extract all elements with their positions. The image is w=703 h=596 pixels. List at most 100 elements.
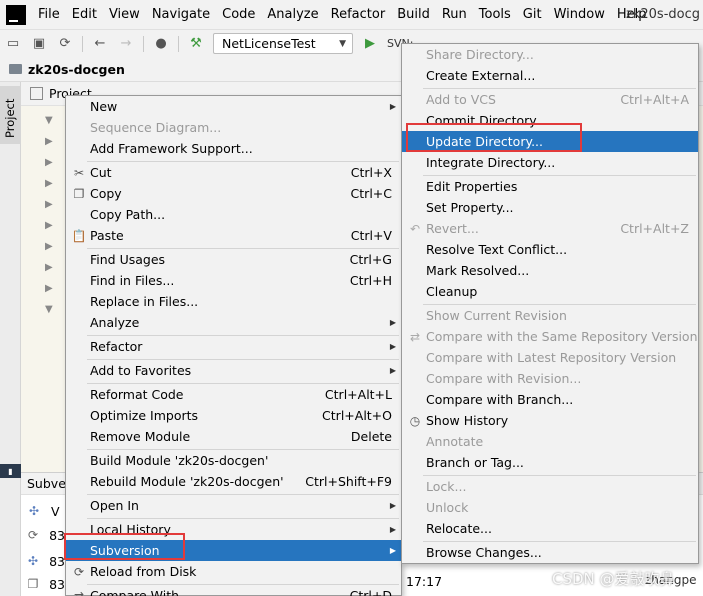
- submenu-item-browse-changes[interactable]: Browse Changes...: [402, 542, 698, 563]
- tree-expand-arrow-icon[interactable]: ▶: [45, 178, 57, 199]
- tree-expand-arrow-icon[interactable]: ▶: [45, 220, 57, 241]
- submenu-item-mark-resolved[interactable]: Mark Resolved...: [402, 260, 698, 281]
- tree-expand-arrow-icon[interactable]: ▶: [45, 199, 57, 220]
- tree-expand-arrow-icon[interactable]: ▶: [45, 283, 57, 304]
- tree-expand-arrow-icon[interactable]: ▼: [45, 304, 57, 325]
- list-item[interactable]: ⟳ 83: [21, 523, 65, 547]
- menu-tools[interactable]: Tools: [473, 0, 517, 30]
- menu-item-rebuild-module[interactable]: Rebuild Module 'zk20s-docgen' Ctrl+Shift…: [66, 471, 401, 492]
- list-item[interactable]: ✣ 83: [21, 549, 65, 573]
- build-hammer-icon[interactable]: ⚒: [188, 36, 204, 52]
- menu-item-find-usages[interactable]: Find Usages Ctrl+G: [66, 249, 401, 270]
- submenu-item-compare-latest-repo-version[interactable]: Compare with Latest Repository Version: [402, 347, 698, 368]
- forward-arrow-icon[interactable]: →: [118, 36, 134, 52]
- menu-item-remove-module[interactable]: Remove Module Delete: [66, 426, 401, 447]
- menu-item-replace-in-files[interactable]: Replace in Files...: [66, 291, 401, 312]
- tree-expand-arrow-icon[interactable]: ▶: [45, 241, 57, 262]
- open-folder-icon[interactable]: ▭: [5, 36, 21, 52]
- run-icon[interactable]: ▶: [362, 36, 378, 52]
- refresh-icon[interactable]: ⟳: [27, 528, 39, 542]
- submenu-item-show-history[interactable]: ◷ Show History: [402, 410, 698, 431]
- menu-item-reformat-code[interactable]: Reformat Code Ctrl+Alt+L: [66, 384, 401, 405]
- menu-window[interactable]: Window: [548, 0, 611, 30]
- menu-item-copy-path[interactable]: Copy Path...: [66, 204, 401, 225]
- menu-item-add-framework-support[interactable]: Add Framework Support...: [66, 138, 401, 159]
- submenu-item-cleanup[interactable]: Cleanup: [402, 281, 698, 302]
- menu-item-optimize-imports[interactable]: Optimize Imports Ctrl+Alt+O: [66, 405, 401, 426]
- menu-item-label: Add to VCS: [426, 92, 496, 107]
- list-item[interactable]: ✣ V: [21, 499, 65, 523]
- menu-item-label: Refactor: [90, 339, 143, 354]
- menu-refactor[interactable]: Refactor: [325, 0, 392, 30]
- pin-icon[interactable]: ✣: [27, 554, 39, 568]
- submenu-item-create-external[interactable]: Create External...: [402, 65, 698, 86]
- submenu-item-compare-with-revision[interactable]: Compare with Revision...: [402, 368, 698, 389]
- back-arrow-icon[interactable]: ←: [92, 36, 108, 52]
- menu-run[interactable]: Run: [436, 0, 473, 30]
- menu-item-cut[interactable]: ✂ Cut Ctrl+X: [66, 162, 401, 183]
- structure-tab-icon[interactable]: ▮: [0, 464, 21, 478]
- pin-icon[interactable]: ✣: [27, 504, 41, 518]
- submenu-item-share-directory[interactable]: Share Directory...: [402, 44, 698, 65]
- submenu-item-relocate[interactable]: Relocate...: [402, 518, 698, 539]
- submenu-item-set-property[interactable]: Set Property...: [402, 197, 698, 218]
- menu-item-label: Copy: [90, 186, 122, 201]
- submenu-item-lock[interactable]: Lock...: [402, 476, 698, 497]
- toolbar-separator: [82, 35, 83, 52]
- submenu-item-edit-properties[interactable]: Edit Properties: [402, 176, 698, 197]
- submenu-item-revert[interactable]: ↶ Revert... Ctrl+Alt+Z: [402, 218, 698, 239]
- menu-item-label: Create External...: [426, 68, 536, 83]
- menu-item-find-in-files[interactable]: Find in Files... Ctrl+H: [66, 270, 401, 291]
- menu-analyze[interactable]: Analyze: [261, 0, 324, 30]
- breadcrumb-project[interactable]: zk20s-docgen: [28, 62, 125, 77]
- menu-item-reload-from-disk[interactable]: ⟳ Reload from Disk: [66, 561, 401, 582]
- submenu-item-show-current-revision[interactable]: Show Current Revision: [402, 305, 698, 326]
- submenu-item-compare-with-branch[interactable]: Compare with Branch...: [402, 389, 698, 410]
- menu-item-build-module[interactable]: Build Module 'zk20s-docgen': [66, 450, 401, 471]
- chevron-down-icon: ▼: [339, 38, 346, 49]
- menu-item-compare-with[interactable]: ⇄ Compare With... Ctrl+D: [66, 585, 401, 596]
- menu-item-label: Sequence Diagram...: [90, 120, 222, 135]
- list-item[interactable]: ❐ 83: [21, 572, 65, 596]
- menu-item-label: Unlock: [426, 500, 469, 515]
- menu-edit[interactable]: Edit: [66, 0, 103, 30]
- tree-expand-arrow-icon[interactable]: ▶: [45, 157, 57, 178]
- list-item-label: V: [51, 503, 60, 519]
- tree-expand-arrow-icon[interactable]: ▶: [45, 136, 57, 157]
- menu-code[interactable]: Code: [216, 0, 261, 30]
- submenu-item-annotate[interactable]: Annotate: [402, 431, 698, 452]
- menu-build[interactable]: Build: [391, 0, 436, 30]
- toolbar-separator: [143, 35, 144, 52]
- save-icon[interactable]: ▣: [31, 36, 47, 52]
- menu-item-refactor[interactable]: Refactor ▶: [66, 336, 401, 357]
- menu-item-sequence-diagram[interactable]: Sequence Diagram...: [66, 117, 401, 138]
- menu-item-paste[interactable]: 📋 Paste Ctrl+V: [66, 225, 401, 246]
- menu-item-shortcut: Ctrl+Alt+L: [324, 387, 392, 402]
- menu-navigate[interactable]: Navigate: [146, 0, 216, 30]
- submenu-arrow-icon: ▶: [389, 525, 396, 534]
- submenu-item-branch-or-tag[interactable]: Branch or Tag...: [402, 452, 698, 473]
- menu-item-copy[interactable]: ❐ Copy Ctrl+C: [66, 183, 401, 204]
- submenu-item-compare-same-repo-version[interactable]: ⇄ Compare with the Same Repository Versi…: [402, 326, 698, 347]
- menu-item-label: Revert...: [426, 221, 479, 236]
- user-icon[interactable]: ●: [153, 36, 169, 52]
- menu-file[interactable]: File: [32, 0, 66, 30]
- menu-item-new[interactable]: New ▶: [66, 96, 401, 117]
- project-tool-tab[interactable]: Project: [0, 86, 21, 144]
- menu-item-analyze[interactable]: Analyze ▶: [66, 312, 401, 333]
- submenu-item-add-to-vcs[interactable]: Add to VCS Ctrl+Alt+A: [402, 89, 698, 110]
- menu-git[interactable]: Git: [517, 0, 548, 30]
- menu-view[interactable]: View: [103, 0, 146, 30]
- menu-item-open-in[interactable]: Open In ▶: [66, 495, 401, 516]
- menu-item-label: Mark Resolved...: [426, 263, 530, 278]
- menu-item-label: Cut: [90, 165, 112, 180]
- tree-expand-arrow-icon[interactable]: ▼: [45, 115, 57, 136]
- sync-icon[interactable]: ⟳: [57, 36, 73, 52]
- submenu-item-unlock[interactable]: Unlock: [402, 497, 698, 518]
- copy-icon[interactable]: ❐: [27, 577, 39, 591]
- submenu-item-resolve-text-conflict[interactable]: Resolve Text Conflict...: [402, 239, 698, 260]
- tree-expand-arrow-icon[interactable]: ▶: [45, 262, 57, 283]
- menu-item-add-to-favorites[interactable]: Add to Favorites ▶: [66, 360, 401, 381]
- submenu-item-integrate-directory[interactable]: Integrate Directory...: [402, 152, 698, 173]
- run-configuration-select[interactable]: NetLicenseTest ▼: [213, 33, 353, 54]
